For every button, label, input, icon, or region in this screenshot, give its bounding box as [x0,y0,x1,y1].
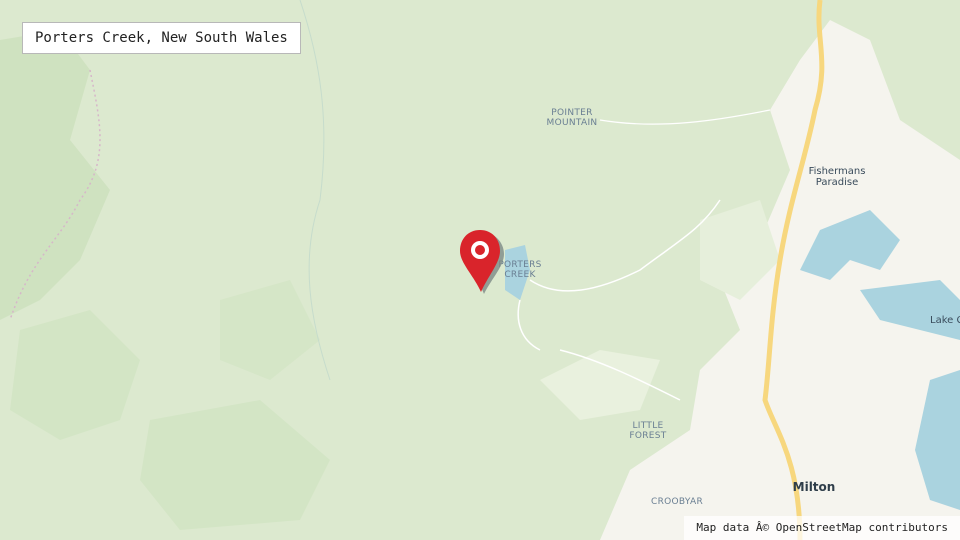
map-pin-icon[interactable] [454,226,506,296]
place-label-little-forest: LITTLE FOREST [629,421,667,441]
place-label-croobyar: CROOBYAR [651,497,703,507]
town-label-lake: Lake C [930,315,960,326]
map-canvas[interactable]: Porters Creek, New South Wales POINTER M… [0,0,960,540]
map-attribution[interactable]: Map data Â© OpenStreetMap contributors [684,516,960,540]
town-label-milton: Milton [792,480,836,494]
map-title: Porters Creek, New South Wales [22,22,301,54]
place-label-pointer-mountain: POINTER MOUNTAIN [546,108,598,128]
town-label-fishermans-paradise: Fishermans Paradise [808,166,866,188]
